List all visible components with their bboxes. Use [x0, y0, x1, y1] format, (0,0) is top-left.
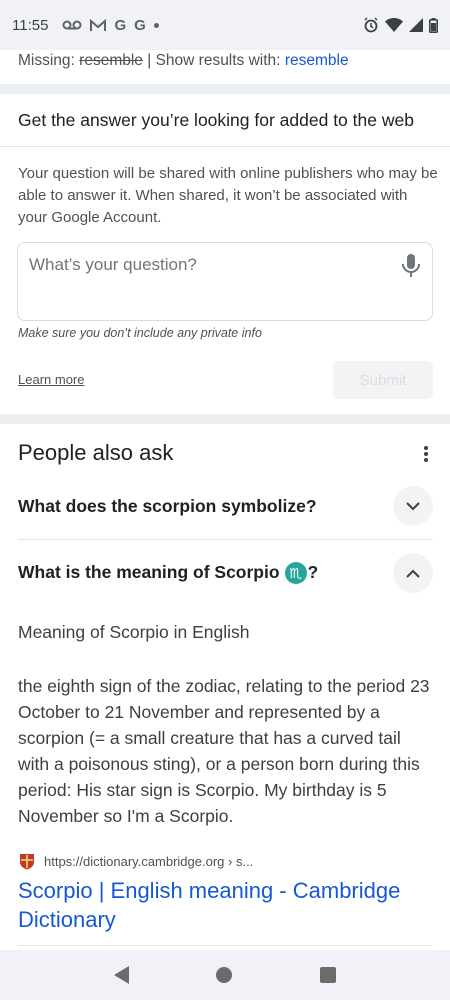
answer-body: the eighth sign of the zodiac, relating … — [18, 676, 430, 826]
notification-icons: G G — [62, 16, 159, 34]
learn-more-link[interactable]: Learn more — [18, 372, 84, 387]
paa-question[interactable]: What is the meaning of Scorpio ♏? — [18, 553, 433, 593]
system-icons — [363, 17, 438, 33]
ask-card-title: Get the answer you’re looking for added … — [18, 110, 414, 130]
source-url: https://dictionary.cambridge.org › s... — [44, 853, 254, 869]
google-icon: G — [134, 16, 146, 34]
show-results-link[interactable]: resemble — [285, 52, 349, 69]
paa-question-text: What does the scorpion symbolize? — [18, 495, 317, 516]
paa-question[interactable]: What does the scorpion symbolize? — [18, 486, 433, 526]
result-title-link[interactable]: Scorpio | English meaning - Cambridge Di… — [18, 876, 433, 934]
private-info-note: Make sure you don’t include any private … — [18, 326, 262, 340]
paa-question-text: What is the meaning of Scorpio ♏? — [18, 562, 318, 585]
show-results-label: Show results with: — [155, 52, 281, 69]
question-box[interactable] — [17, 242, 433, 321]
navigation-bar — [0, 950, 450, 1000]
separator: | — [147, 52, 152, 69]
source-row[interactable]: https://dictionary.cambridge.org › s... — [18, 852, 253, 870]
back-icon[interactable] — [113, 966, 129, 984]
ask-card-description: Your question will be shared with online… — [18, 165, 438, 226]
chevron-up-icon[interactable] — [393, 553, 433, 593]
alarm-icon — [364, 17, 378, 33]
gmail-icon — [90, 18, 107, 31]
scorpio-symbol-icon: ♏ — [284, 562, 307, 585]
cambridge-favicon-icon — [20, 854, 34, 870]
google-icon: G — [114, 16, 127, 34]
chevron-down-icon[interactable] — [393, 486, 433, 526]
spelling-suggestion: Missing: resemble | Show results with: r… — [18, 50, 349, 74]
status-time: 11:55 — [12, 16, 49, 34]
battery-icon — [429, 17, 438, 33]
signal-icon — [409, 18, 423, 32]
people-also-ask-title: People also ask — [18, 440, 174, 465]
section-divider — [0, 84, 450, 94]
voicemail-icon — [62, 20, 82, 30]
question-input[interactable] — [29, 253, 389, 277]
home-icon[interactable] — [216, 967, 233, 983]
missing-word: resemble — [79, 52, 143, 69]
status-bar: 11:55 G G — [0, 0, 450, 50]
question-divider — [18, 539, 433, 540]
submit-button[interactable]: Submit — [333, 361, 433, 399]
wifi-icon — [385, 18, 403, 32]
missing-label: Missing: — [18, 52, 75, 69]
microphone-icon[interactable] — [400, 253, 422, 279]
section-divider — [0, 414, 450, 424]
result-divider — [18, 945, 433, 946]
recents-icon[interactable] — [320, 967, 337, 983]
card-divider — [0, 146, 450, 147]
more-options-icon[interactable] — [418, 444, 434, 464]
answer-heading: Meaning of Scorpio in English — [18, 622, 250, 642]
more-notifications-icon — [153, 22, 159, 28]
